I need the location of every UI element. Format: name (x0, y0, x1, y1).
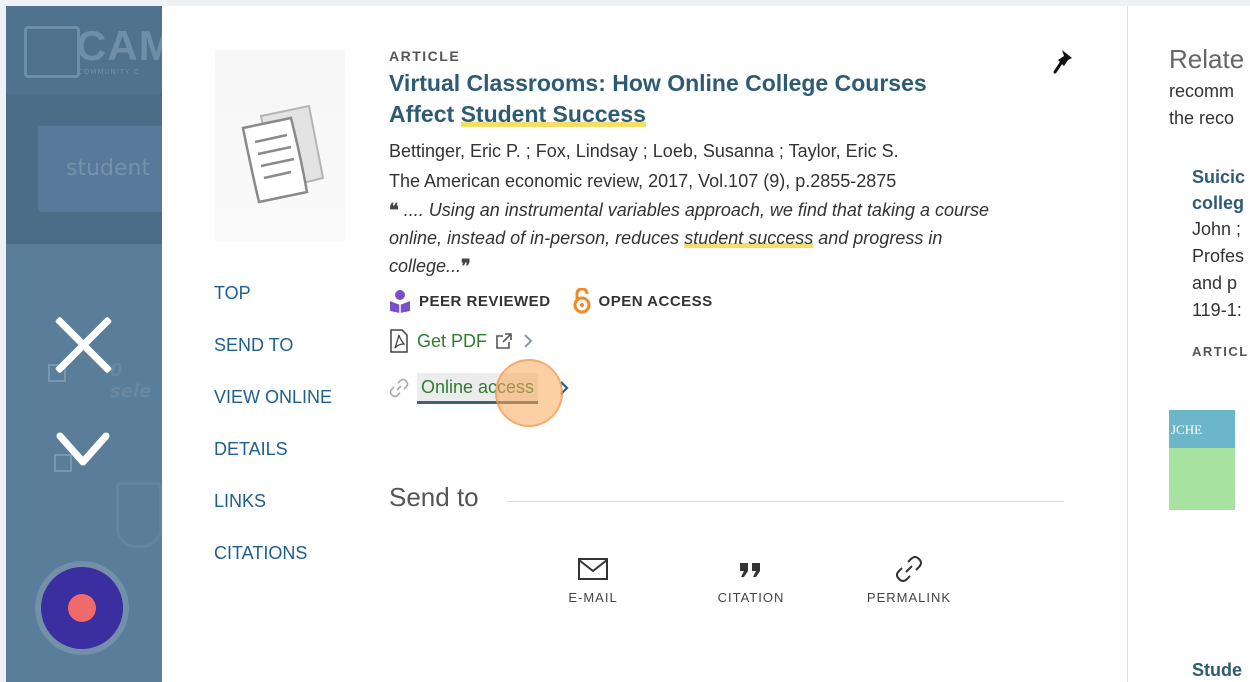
record-dot-icon (68, 594, 96, 622)
related-item-title[interactable]: Suicic colleg (1192, 164, 1245, 216)
open-access-badge: OPEN ACCESS (573, 288, 713, 314)
related-item-type: ARTICL (1192, 344, 1249, 359)
snippet-highlight: student success (684, 228, 814, 248)
background-logo-mark (24, 26, 80, 78)
quote-open-icon: ❝ (389, 200, 399, 220)
citation-action[interactable]: CITATION (672, 554, 830, 605)
related-heading: Relate (1169, 44, 1245, 74)
background-search-field: student (38, 126, 166, 212)
related-item-meta-line: 119-1: (1192, 300, 1242, 320)
citation-icon (740, 563, 760, 577)
record-title-highlight: Student Success (460, 101, 646, 127)
related-item-title-line: Suicic (1192, 167, 1246, 187)
record-button[interactable] (41, 567, 123, 649)
chevron-down-icon[interactable] (56, 430, 110, 470)
related-item-meta-line: and p (1192, 273, 1238, 293)
record-authors: Bettinger, Eric P. ; Fox, Lindsay ; Loeb… (389, 141, 899, 161)
get-pdf-row[interactable]: Get PDF (389, 326, 1089, 356)
related-item-title-line: colleg (1192, 193, 1245, 213)
record-section-nav: TOP SEND TO VIEW ONLINE DETAILS LINKS CI… (214, 280, 332, 592)
email-label: E-MAIL (568, 590, 618, 605)
permalink-action[interactable]: PERMALINK (830, 554, 988, 605)
nav-details[interactable]: DETAILS (214, 436, 332, 488)
quote-close-icon: ❞ (461, 256, 471, 276)
related-item-cover[interactable]: JCHE (1169, 410, 1235, 510)
record-details: ARTICLE Virtual Classrooms: How Online C… (389, 48, 1089, 427)
online-access-link[interactable]: Online access (417, 358, 563, 427)
peer-reviewed-label: PEER REVIEWED (419, 292, 551, 310)
nav-send-to[interactable]: SEND TO (214, 332, 332, 384)
background-logo: CAM (76, 22, 166, 69)
record-badges: PEER REVIEWED OPEN ACCESS (389, 286, 1089, 316)
open-access-icon (573, 288, 591, 314)
citation-label: CITATION (717, 590, 785, 605)
peer-reviewed-badge: PEER REVIEWED (389, 289, 551, 313)
document-icon (241, 104, 325, 204)
permalink-icon (896, 556, 922, 582)
send-to-actions: E-MAIL CITATION PERMALINK (514, 554, 988, 605)
related-item-title[interactable]: Stude (1192, 660, 1242, 681)
related-description-line: the reco (1169, 108, 1235, 128)
online-access-row[interactable]: Online access (389, 358, 1089, 427)
pdf-icon (390, 329, 408, 353)
resource-type: ARTICLE (389, 48, 461, 64)
send-to-heading: Send to (389, 482, 507, 512)
related-description-line: recomm (1169, 81, 1235, 101)
click-indicator (495, 358, 563, 427)
open-access-label: OPEN ACCESS (598, 292, 713, 310)
email-icon (578, 558, 608, 580)
close-icon[interactable] (50, 312, 116, 378)
link-icon (389, 378, 409, 398)
email-action[interactable]: E-MAIL (514, 554, 672, 605)
related-item-cover-title: JCHE (1169, 410, 1235, 448)
background-shield-icon (116, 482, 162, 548)
background-selected-count: 0 sele (110, 360, 152, 402)
nav-top[interactable]: TOP (214, 280, 332, 332)
related-description: recomm the reco (1169, 78, 1234, 132)
external-link-icon (496, 333, 512, 349)
nav-view-online[interactable]: VIEW ONLINE (214, 384, 332, 436)
related-item-meta-line: Profes (1192, 246, 1245, 266)
chevron-right-icon[interactable] (523, 333, 533, 349)
get-pdf-link[interactable]: Get PDF (417, 331, 487, 352)
related-item-meta: John ; Profes and p 119-1: (1192, 216, 1244, 324)
peer-reviewed-icon (390, 290, 410, 313)
record-title[interactable]: Virtual Classrooms: How Online College C… (389, 68, 949, 130)
record-source: The American economic review, 2017, Vol.… (389, 171, 897, 191)
full-record-panel: TOP SEND TO VIEW ONLINE DETAILS LINKS CI… (162, 6, 1127, 682)
nav-links[interactable]: LINKS (214, 488, 332, 540)
background-logo-subtitle: COMMUNITY C (78, 68, 140, 76)
related-items-panel: Relate recomm the reco Suicic colleg Joh… (1128, 6, 1250, 682)
nav-citations[interactable]: CITATIONS (214, 540, 332, 592)
send-to-section-header: Send to (389, 482, 1064, 522)
permalink-label: PERMALINK (866, 590, 952, 605)
record-thumbnail (215, 50, 345, 242)
record-snippet: ❝ .... Using an instrumental variables a… (389, 196, 1019, 280)
related-item-meta-line: John ; (1192, 219, 1242, 239)
